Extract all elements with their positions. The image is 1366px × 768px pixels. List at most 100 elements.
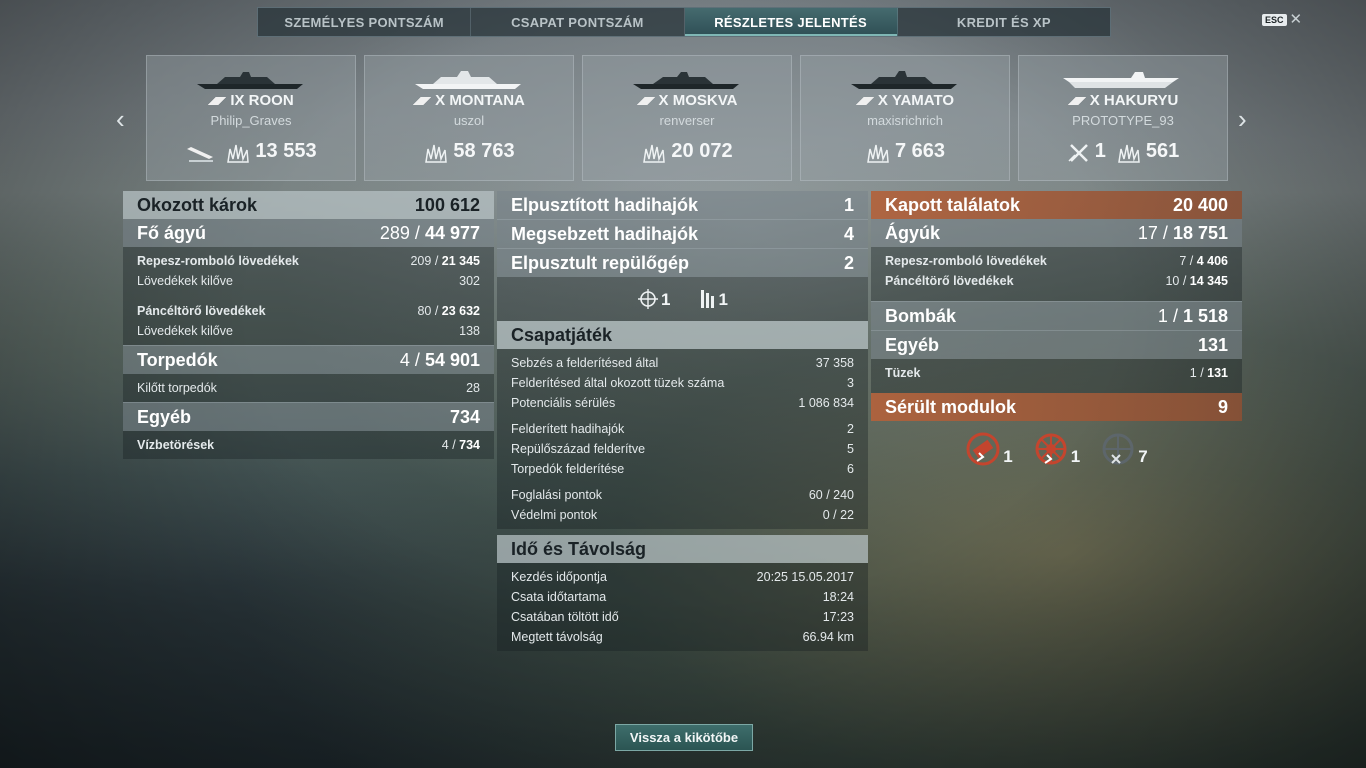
time-row: Megtett távolság 66.94 km: [511, 630, 854, 644]
steering-module-icon: [1035, 433, 1067, 465]
damage-splash-icon: [227, 144, 250, 163]
destroyed-module-icon: [1102, 433, 1134, 465]
tab-detailed-report[interactable]: RÉSZLETES JELENTÉS: [684, 8, 898, 36]
teamplay-row: Repülőszázad felderítve 5: [511, 442, 854, 456]
teamplay-row: Felderítésed által okozott tüzek száma 3: [511, 376, 854, 390]
aa-kills: 1: [699, 288, 728, 310]
time-distance-header: Idő és Távolság: [497, 535, 868, 563]
tab-personal-score[interactable]: SZEMÉLYES PONTSZÁM: [258, 8, 472, 36]
damage-received-panel: Kapott találatok 20 400 Ágyúk 17 / 18 751…: [871, 191, 1242, 467]
ship-card-1[interactable]: IX ROON Philip_Graves 13 553: [146, 55, 356, 181]
damage-splash-icon: [867, 144, 889, 163]
teamplay-row: Védelmi pontok 0 / 22: [511, 508, 854, 522]
torpedoes-row: Torpedók 4 / 54 901: [123, 345, 494, 374]
damage-splash-icon: [425, 144, 448, 163]
module-destroyed: 7: [1100, 431, 1148, 467]
damaged-ships-row: Megsebzett hadihajók 4: [497, 219, 868, 248]
ship-class-icon: [208, 97, 227, 106]
damage-dealt-panel: Okozott károk 100 612 Fő ágyú 289 / 44 97…: [123, 191, 494, 459]
player-name: maxisrichrich: [867, 113, 943, 128]
ship-silhouette-icon: [633, 72, 739, 89]
ship-name: X MOSKVA: [583, 92, 791, 109]
damaged-modules-header: Sérült modulok 9: [871, 393, 1242, 421]
ap-received-row: Páncéltörő lövedékek 10 / 14 345: [885, 274, 1228, 288]
bombs-received-row: Bombák 1 / 1 518: [871, 301, 1242, 330]
ship-name: X MONTANA: [365, 92, 573, 109]
ship-silhouette-icon: [1063, 72, 1179, 88]
damage-value: 20 072: [671, 140, 733, 162]
player-name: Philip_Graves: [210, 113, 292, 128]
time-distance-list: Kezdés időpontja 20:25 15.05.2017 Csata i…: [497, 563, 868, 651]
time-row: Csata időtartama 18:24: [511, 590, 854, 604]
flooding-row: Vízbetörések 4 / 734: [137, 438, 480, 452]
module-icons-row: 1 1 7: [871, 431, 1242, 467]
teamplay-row: Potenciális sérülés 1 086 834: [511, 396, 854, 410]
damage-splash-icon: [643, 144, 666, 163]
torpedo-module-icon: [966, 432, 1000, 466]
prev-arrow-icon[interactable]: ‹: [116, 104, 125, 135]
ship-class-icon: [413, 97, 432, 106]
ship-silhouette-icon: [415, 71, 521, 89]
tab-team-score[interactable]: CSAPAT PONTSZÁM: [471, 8, 685, 36]
player-name: renverser: [659, 113, 715, 128]
close-button[interactable]: ESC ✕: [1262, 11, 1303, 28]
guns-received-row: Ágyúk 17 / 18 751: [871, 219, 1242, 247]
fighter-kills: 1: [637, 288, 671, 310]
time-row: Csatában töltött idő 17:23: [511, 610, 854, 624]
ship-card-2[interactable]: X MONTANA uszol 58 763: [364, 55, 574, 181]
fires-received-row: Tüzek 1 / 131: [885, 366, 1228, 380]
tab-bar: SZEMÉLYES PONTSZÁM CSAPAT PONTSZÁM RÉSZL…: [257, 7, 1111, 37]
module-torpedo-damage: 1: [965, 431, 1013, 467]
damage-value: 7 663: [894, 140, 946, 162]
module-steering-damage: 1: [1033, 431, 1080, 467]
ship-silhouette-icon: [197, 72, 303, 89]
damage-value: 561: [1145, 140, 1180, 162]
battle-summary-panel: Elpusztított hadihajók 1 Megsebzett hadih…: [497, 191, 868, 651]
plane-kill-icons-row: 1 1: [497, 277, 868, 321]
other-damage-row: Egyéb 734: [123, 402, 494, 431]
teamplay-row: Foglalási pontok 60 / 240: [511, 488, 854, 502]
back-to-port-button[interactable]: Vissza a kikötőbe: [615, 724, 753, 751]
damage-value: 13 553: [255, 140, 317, 162]
esc-key-label: ESC: [1262, 14, 1287, 26]
player-name: uszol: [453, 113, 485, 128]
damage-dealt-header: Okozott károk 100 612: [123, 191, 494, 219]
plane-shot-icon: [1068, 143, 1088, 162]
he-shells-row: Repesz-romboló lövedékek 209 / 21 345: [137, 254, 480, 268]
teamplay-list: Sebzés a felderítésed által 37 358 Felder…: [497, 349, 868, 529]
crosshair-icon: [638, 289, 659, 309]
ship-card-3[interactable]: X MOSKVA renverser 20 072: [582, 55, 792, 181]
tab-credits-xp[interactable]: KREDIT ÉS XP: [898, 8, 1110, 36]
damage-splash-icon: [1118, 144, 1140, 163]
teamplay-header: Csapatjáték: [497, 321, 868, 349]
ship-class-icon: [855, 97, 874, 106]
torpedoes-fired-row: Kilőtt torpedók 28: [137, 381, 480, 395]
teamplay-row: Felderített hadihajók 2: [511, 422, 854, 436]
player-name: PROTOTYPE_93: [1072, 113, 1174, 128]
main-battery-row: Fő ágyú 289 / 44 977: [123, 219, 494, 247]
planes-shot-value: 1: [1094, 140, 1106, 162]
time-row: Kezdés időpontja 20:25 15.05.2017: [511, 570, 854, 584]
he-received-row: Repesz-romboló lövedékek 7 / 4 406: [885, 254, 1228, 268]
ap-shells-row: Páncéltörő lövedékek 80 / 23 632: [137, 304, 480, 318]
hits-received-header: Kapott találatok 20 400: [871, 191, 1242, 219]
next-arrow-icon[interactable]: ›: [1238, 104, 1247, 135]
teamplay-row: Sebzés a felderítésed által 37 358: [511, 356, 854, 370]
ship-name: X HAKURYU: [1019, 92, 1227, 109]
ship-class-icon: [1067, 97, 1086, 106]
close-icon: ✕: [1289, 11, 1303, 28]
damage-value: 58 763: [453, 140, 515, 162]
other-received-row: Egyéb 131: [871, 330, 1242, 359]
ship-silhouette-icon: [851, 71, 957, 89]
ship-name: IX ROON: [147, 92, 355, 109]
destroyed-ships-row: Elpusztított hadihajók 1: [497, 191, 868, 219]
teamplay-row: Torpedók felderítése 6: [511, 462, 854, 476]
aa-gun-icon: [700, 290, 714, 308]
ap-fired-row: Lövedékek kilőve 138: [137, 324, 480, 338]
ship-card-4[interactable]: X YAMATO maxisrichrich 7 663: [800, 55, 1010, 181]
planes-destroyed-row: Elpusztult repülőgép 2: [497, 248, 868, 277]
ship-card-5[interactable]: X HAKURYU PROTOTYPE_93 1 561: [1018, 55, 1228, 181]
ship-class-icon: [636, 97, 655, 106]
he-fired-row: Lövedékek kilőve 302: [137, 274, 480, 288]
ship-name: X YAMATO: [801, 92, 1009, 109]
